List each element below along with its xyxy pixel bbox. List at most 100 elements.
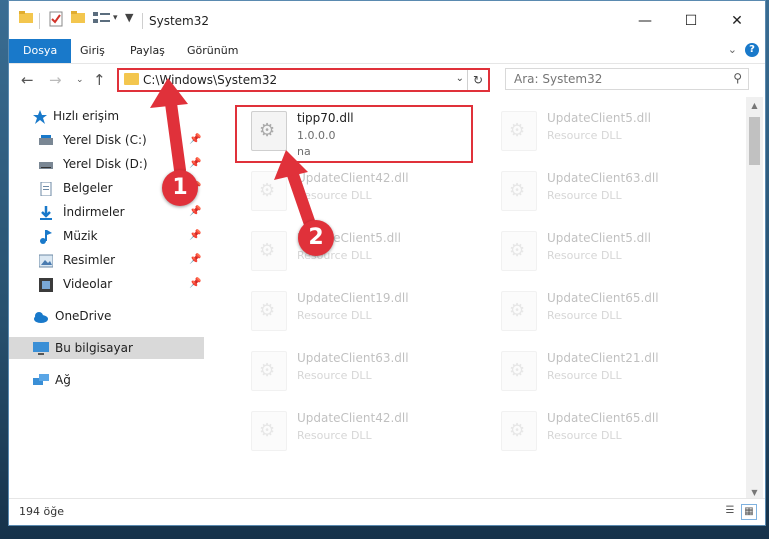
folder-icon bbox=[124, 73, 139, 85]
sidebar-item-onedrive[interactable]: OneDrive bbox=[9, 305, 204, 327]
tab-giris[interactable]: Giriş bbox=[80, 39, 105, 63]
step-one-badge: 1 bbox=[162, 170, 198, 206]
address-bar[interactable]: C:\Windows\System32 ⌄ ↻ bbox=[117, 68, 490, 92]
ribbon-tabs: Dosya Giriş Paylaş Görünüm ⌄ ? bbox=[9, 39, 765, 64]
refresh-icon[interactable]: ↻ bbox=[467, 70, 488, 90]
maximize-button[interactable]: ☐ bbox=[671, 9, 711, 33]
dll-file-icon bbox=[251, 291, 287, 331]
document-icon bbox=[39, 181, 53, 197]
pin-icon[interactable]: 📌 bbox=[189, 201, 201, 223]
qa-dropdown-icon[interactable]: ▾ bbox=[113, 13, 123, 33]
large-icons-view-icon[interactable]: ▦ bbox=[741, 504, 757, 520]
file-name: UpdateClient19.dll bbox=[297, 291, 409, 305]
dll-file-icon bbox=[501, 411, 537, 451]
folder-icon[interactable] bbox=[19, 11, 33, 31]
network-icon bbox=[33, 373, 49, 387]
file-item[interactable]: UpdateClient5.dll Resource DLL bbox=[479, 101, 719, 157]
sidebar-item-quick-access[interactable]: Hızlı erişim bbox=[9, 105, 204, 127]
item-count: 194 öğe bbox=[19, 505, 64, 518]
file-item[interactable]: UpdateClient63.dll Resource DLL bbox=[229, 341, 469, 397]
file-name: UpdateClient21.dll bbox=[547, 351, 659, 365]
file-item[interactable]: UpdateClient21.dll Resource DLL bbox=[479, 341, 719, 397]
up-arrow-icon[interactable]: ↑ bbox=[93, 71, 106, 89]
sidebar-item-network[interactable]: Ağ bbox=[9, 369, 204, 391]
computer-icon bbox=[33, 341, 49, 355]
pin-icon[interactable]: 📌 bbox=[189, 225, 201, 247]
music-icon bbox=[39, 229, 53, 244]
search-box[interactable]: ⚲ bbox=[505, 68, 749, 90]
help-icon[interactable]: ? bbox=[745, 43, 759, 57]
search-icon[interactable]: ⚲ bbox=[733, 71, 742, 85]
sidebar-item-videos[interactable]: Videolar 📌 bbox=[9, 273, 204, 295]
step-two-badge: 2 bbox=[298, 220, 334, 256]
navigation-pane: Hızlı erişim Yerel Disk (C:) 📌 Yerel Dis… bbox=[9, 97, 204, 497]
tab-gorunum[interactable]: Görünüm bbox=[187, 39, 238, 63]
pin-icon[interactable]: 📌 bbox=[189, 249, 201, 271]
dll-file-icon bbox=[501, 291, 537, 331]
file-name: UpdateClient5.dll bbox=[547, 231, 651, 245]
close-button[interactable]: ✕ bbox=[717, 9, 757, 33]
sidebar-item-local-disk-c[interactable]: Yerel Disk (C:) 📌 bbox=[9, 129, 204, 151]
sidebar-item-label: Yerel Disk (C:) bbox=[63, 133, 147, 147]
new-folder-icon[interactable] bbox=[71, 11, 85, 31]
tab-paylas[interactable]: Paylaş bbox=[130, 39, 165, 63]
sidebar-item-label: Yerel Disk (D:) bbox=[63, 157, 148, 171]
sidebar-item-this-pc[interactable]: Bu bilgisayar bbox=[9, 337, 204, 359]
status-bar: 194 öğe ☰ ▦ bbox=[9, 498, 765, 525]
file-name: UpdateClient42.dll bbox=[297, 171, 409, 185]
scroll-thumb[interactable] bbox=[749, 117, 760, 165]
file-item[interactable]: UpdateClient5.dll Resource DLL bbox=[479, 221, 719, 277]
scroll-up-icon[interactable]: ▲ bbox=[746, 97, 763, 114]
navigation-bar: ← → ⌄ ↑ C:\Windows\System32 ⌄ ↻ ⚲ bbox=[9, 63, 765, 97]
sidebar-item-label: Bu bilgisayar bbox=[55, 341, 133, 355]
file-item[interactable]: UpdateClient65.dll Resource DLL bbox=[479, 401, 719, 457]
file-description: Resource DLL bbox=[297, 189, 372, 202]
recent-locations-icon[interactable]: ⌄ bbox=[76, 75, 84, 85]
details-view-icon[interactable]: ☰ bbox=[723, 504, 737, 518]
expand-ribbon-icon[interactable]: ⌄ bbox=[728, 43, 737, 56]
drive-icon bbox=[39, 133, 53, 147]
file-item[interactable]: UpdateClient65.dll Resource DLL bbox=[479, 281, 719, 337]
explorer-window: ▾ ▼ System32 — ☐ ✕ Dosya Giriş Paylaş Gö… bbox=[8, 0, 766, 526]
file-description: Resource DLL bbox=[547, 249, 622, 262]
tab-dosya[interactable]: Dosya bbox=[9, 39, 72, 63]
minimize-button[interactable]: — bbox=[625, 9, 665, 33]
dll-file-icon bbox=[251, 231, 287, 271]
pin-icon[interactable]: 📌 bbox=[189, 273, 201, 295]
customize-toolbar-icon[interactable]: ▼ bbox=[125, 11, 135, 31]
dll-file-icon bbox=[251, 411, 287, 451]
file-item[interactable]: UpdateClient5.dll Resource DLL bbox=[229, 221, 469, 277]
sidebar-item-label: Müzik bbox=[63, 229, 98, 243]
file-description: Resource DLL bbox=[297, 309, 372, 322]
sidebar-item-label: Hızlı erişim bbox=[53, 109, 120, 123]
title-bar: ▾ ▼ System32 — ☐ ✕ bbox=[9, 1, 765, 39]
file-item[interactable]: UpdateClient42.dll Resource DLL bbox=[229, 401, 469, 457]
forward-arrow-icon[interactable]: → bbox=[49, 71, 62, 89]
address-dropdown-icon[interactable]: ⌄ bbox=[456, 73, 464, 84]
sidebar-item-label: Ağ bbox=[55, 373, 71, 387]
file-item[interactable]: UpdateClient42.dll Resource DLL bbox=[229, 161, 469, 217]
search-input[interactable] bbox=[512, 71, 716, 87]
file-name: UpdateClient65.dll bbox=[547, 291, 659, 305]
file-description: Resource DLL bbox=[547, 369, 622, 382]
file-item[interactable]: UpdateClient19.dll Resource DLL bbox=[229, 281, 469, 337]
file-list: tipp70.dll 1.0.0.0 na UpdateClient5.dll … bbox=[209, 97, 741, 497]
sidebar-item-pictures[interactable]: Resimler 📌 bbox=[9, 249, 204, 271]
dll-file-icon bbox=[251, 351, 287, 391]
pin-icon[interactable]: 📌 bbox=[189, 153, 201, 175]
back-arrow-icon[interactable]: ← bbox=[21, 71, 34, 89]
sidebar-item-music[interactable]: Müzik 📌 bbox=[9, 225, 204, 247]
address-path[interactable]: C:\Windows\System32 bbox=[143, 73, 277, 87]
file-description: Resource DLL bbox=[547, 189, 622, 202]
sidebar-item-label: Belgeler bbox=[63, 181, 113, 195]
view-options-icon[interactable] bbox=[93, 11, 111, 31]
star-icon bbox=[33, 109, 47, 124]
properties-icon[interactable] bbox=[49, 11, 63, 31]
sidebar-item-label: Videolar bbox=[63, 277, 113, 291]
pin-icon[interactable]: 📌 bbox=[189, 129, 201, 151]
file-description: Resource DLL bbox=[297, 369, 372, 382]
vertical-scrollbar[interactable]: ▲ ▼ bbox=[746, 97, 763, 501]
file-item[interactable]: UpdateClient63.dll Resource DLL bbox=[479, 161, 719, 217]
video-icon bbox=[39, 277, 53, 292]
dll-file-icon bbox=[251, 171, 287, 211]
